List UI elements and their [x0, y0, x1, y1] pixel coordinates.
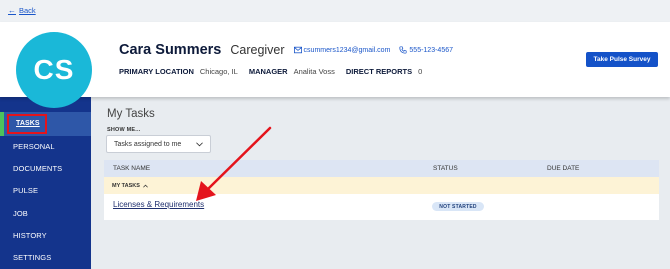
- direct-reports-value: 0: [418, 67, 423, 76]
- chevron-down-icon: [196, 141, 203, 146]
- column-header-status: STATUS: [433, 165, 458, 172]
- sidebar-item-settings[interactable]: SETTINGS: [13, 253, 51, 262]
- filter-select-value: Tasks assigned to me: [114, 140, 182, 148]
- table-group-my-tasks[interactable]: MY TASKS: [104, 177, 659, 194]
- manager-label: MANAGER: [248, 67, 288, 76]
- profile-info-row: PRIMARY LOCATION Chicago, IL MANAGER Ana…: [119, 67, 427, 76]
- chevron-up-icon: [143, 184, 148, 188]
- top-bar: ← Back: [0, 0, 670, 22]
- filter-select[interactable]: Tasks assigned to me: [106, 135, 211, 153]
- sidebar-item-tasks[interactable]: TASKS: [16, 120, 40, 127]
- tasks-table: TASK NAME STATUS DUE DATE MY TASKS Licen…: [104, 160, 659, 220]
- take-pulse-survey-button[interactable]: Take Pulse Survey: [586, 52, 658, 67]
- email-icon: [293, 46, 302, 54]
- sidebar-active-indicator: [0, 112, 4, 136]
- sidebar-item-pulse[interactable]: PULSE: [13, 186, 38, 195]
- phone-text: 555-123-4567: [409, 46, 453, 54]
- avatar: CS: [16, 32, 92, 108]
- primary-location-value: Chicago, IL: [199, 67, 238, 76]
- sidebar-item-personal[interactable]: PERSONAL: [13, 142, 55, 151]
- task-link-licenses[interactable]: Licenses & Requirements: [113, 200, 204, 209]
- primary-location-label: PRIMARY LOCATION: [119, 67, 194, 76]
- email-text: csummers1234@gmail.com: [303, 46, 391, 54]
- page-title: My Tasks: [107, 108, 155, 120]
- sidebar-item-history[interactable]: HISTORY: [13, 231, 47, 240]
- phone-link[interactable]: 555-123-4567: [399, 46, 453, 54]
- direct-reports-label: DIRECT REPORTS: [345, 67, 413, 76]
- sidebar-item-job[interactable]: JOB: [13, 209, 28, 218]
- back-arrow-icon: ←: [8, 6, 16, 15]
- avatar-initials: CS: [33, 54, 75, 85]
- back-label: Back: [19, 6, 36, 15]
- manager-value: Analita Voss: [293, 67, 335, 76]
- profile-role: Caregiver: [230, 43, 285, 57]
- filter-label: SHOW ME...: [107, 127, 141, 133]
- phone-icon: [399, 46, 407, 54]
- column-header-task-name: TASK NAME: [113, 165, 151, 172]
- back-link[interactable]: ← Back: [8, 6, 36, 15]
- group-label: MY TASKS: [112, 183, 140, 189]
- profile-name: Cara Summers: [119, 42, 222, 58]
- status-badge: NOT STARTED: [432, 202, 484, 211]
- table-header: TASK NAME STATUS DUE DATE: [104, 160, 659, 177]
- column-header-due-date: DUE DATE: [547, 165, 580, 172]
- profile-header: [0, 22, 670, 97]
- email-link[interactable]: csummers1234@gmail.com: [293, 46, 391, 54]
- profile-name-row: Cara Summers Caregiver csummers1234@gmai…: [119, 42, 453, 58]
- sidebar-item-documents[interactable]: DOCUMENTS: [13, 164, 62, 173]
